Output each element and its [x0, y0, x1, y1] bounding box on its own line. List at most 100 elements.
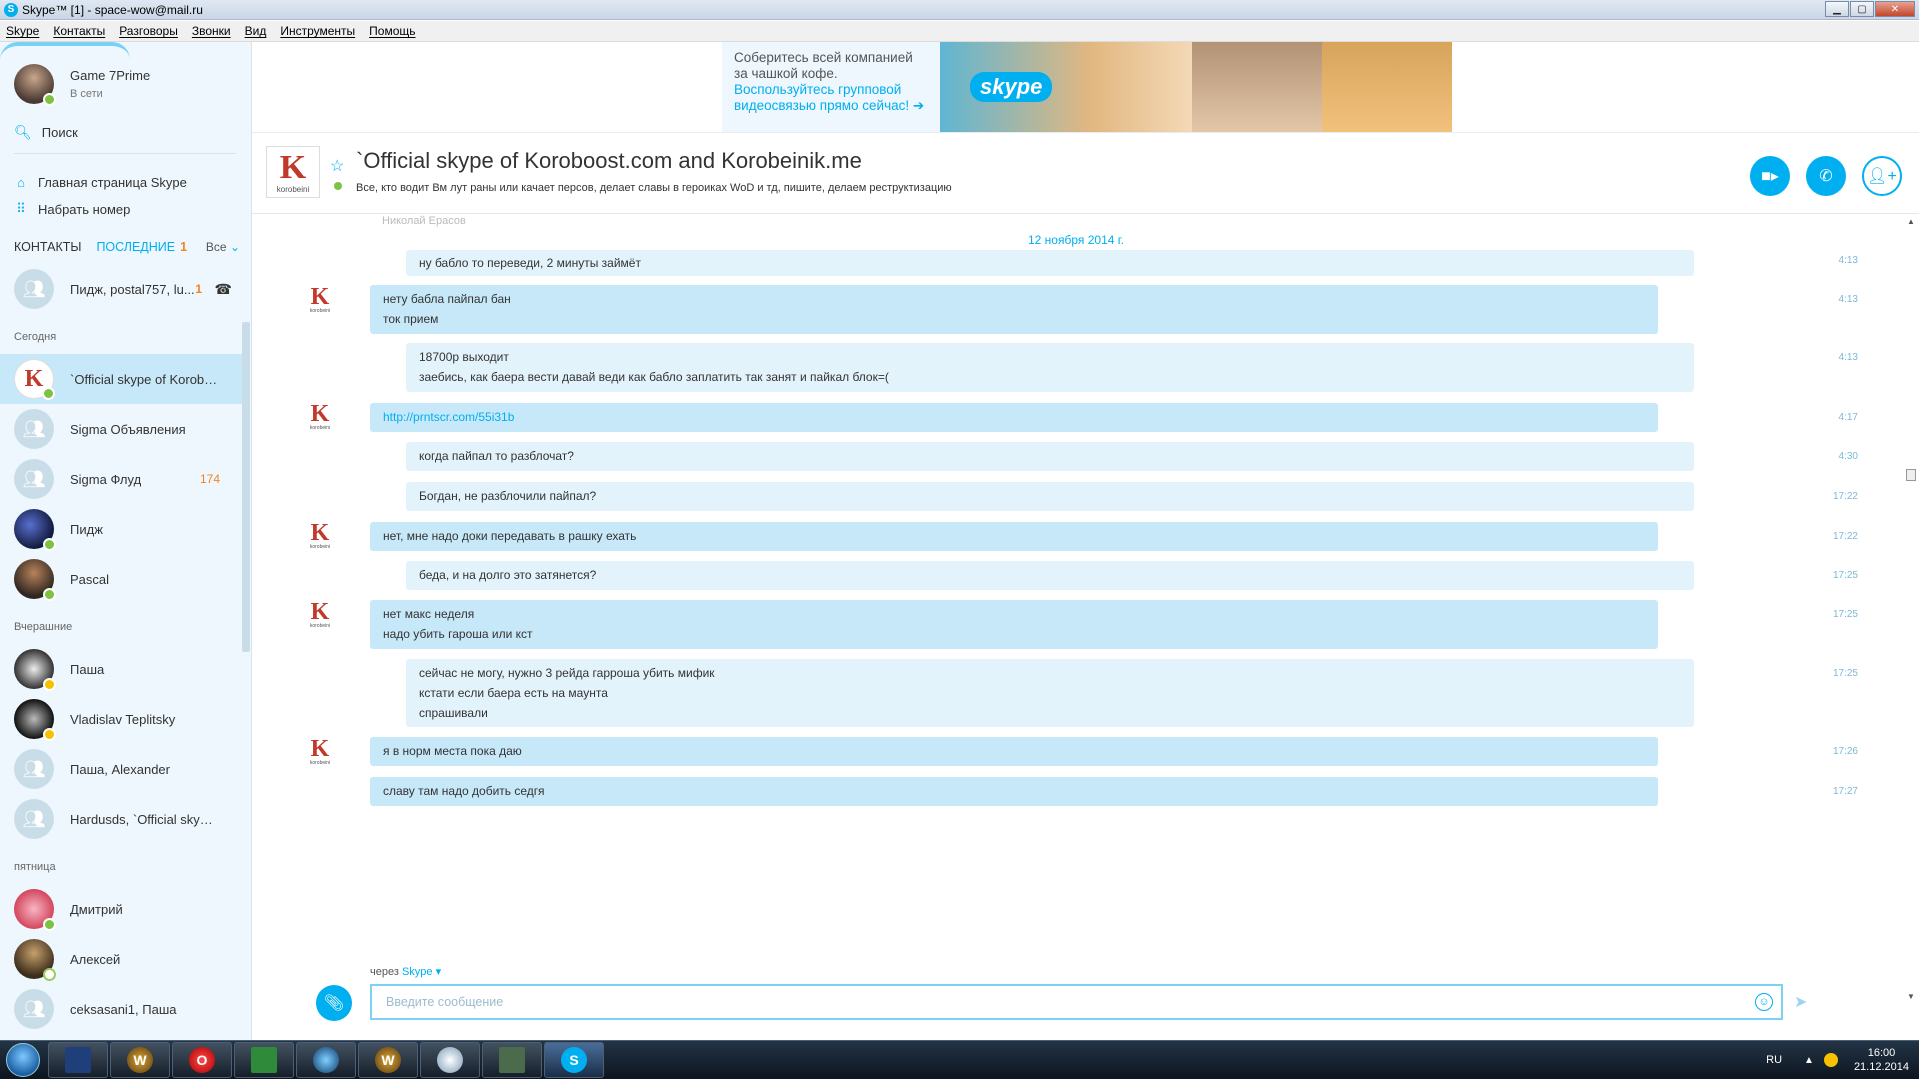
window-title: Skype™ [1] - space-wow@mail.ru	[22, 2, 203, 17]
message-input[interactable]	[386, 995, 1746, 1009]
active-call-icon[interactable]: ☎︎	[215, 281, 232, 298]
contact-item[interactable]: Дмитрий	[0, 884, 242, 934]
ad-link[interactable]: Воспользуйтесь групповой видеосвязью пря…	[734, 82, 928, 114]
message-link[interactable]: http://prntscr.com/55i31b	[383, 410, 514, 424]
emoticon-icon[interactable]: ☺	[1755, 993, 1773, 1011]
voice-call-button[interactable]: ✆	[1806, 156, 1846, 196]
message-bubble[interactable]: ну бабло то переведи, 2 минуты займёт	[406, 250, 1694, 276]
menu-skype[interactable]: Skype	[6, 24, 39, 38]
contact-item[interactable]: Pascal	[0, 554, 242, 604]
skype-tray-icon[interactable]	[1823, 1053, 1838, 1067]
menu-tools[interactable]: Инструменты	[280, 24, 355, 38]
taskbar-app[interactable]	[420, 1042, 480, 1078]
away-status-icon	[43, 728, 56, 741]
dial-number-link[interactable]: ⠿ Набрать номер	[14, 201, 130, 217]
scroll-up-icon[interactable]: ▲	[1907, 217, 1915, 226]
offline-status-icon	[43, 968, 56, 981]
message-bubble[interactable]: нет, мне надо доки передавать в рашку ех…	[370, 522, 1658, 551]
profile-status[interactable]: В сети	[70, 88, 150, 100]
contact-item[interactable]: Пидж	[0, 504, 242, 554]
message-bubble[interactable]: сейчас не могу, нужно 3 рейда гарроша уб…	[406, 659, 1694, 727]
sender-avatar[interactable]: Kkorobeini	[304, 284, 336, 316]
favorite-star-icon[interactable]: ☆	[330, 156, 344, 176]
skype-home-link[interactable]: ⌂ Главная страница Skype	[14, 175, 187, 190]
online-status-icon	[42, 387, 55, 400]
sender-avatar[interactable]: Kkorobeini	[304, 401, 336, 433]
contact-item[interactable]: 👥︎ Sigma Флуд 174	[0, 454, 242, 504]
conversation-title[interactable]: `Official skype of Koroboost.com and Kor…	[356, 148, 862, 174]
sender-avatar[interactable]: Kkorobeini	[304, 520, 336, 552]
profile[interactable]: Game 7Prime В сети	[14, 64, 151, 106]
message-bubble[interactable]: http://prntscr.com/55i31b	[370, 403, 1658, 432]
scroll-thumb[interactable]	[1906, 469, 1916, 481]
avatar-caption: korobeini	[309, 425, 331, 431]
message-bubble[interactable]: беда, и на долго это затянется?	[406, 561, 1694, 590]
contact-item[interactable]: 👥︎ Пидж, postal757, lu... 1 ☎︎	[0, 264, 242, 314]
advertisement-banner[interactable]: Соберитесь всей компанией за чашкой кофе…	[722, 42, 1452, 132]
taskbar-app[interactable]	[234, 1042, 294, 1078]
contact-item[interactable]: Паша	[0, 644, 242, 694]
taskbar-app[interactable]: O	[172, 1042, 232, 1078]
message-bubble[interactable]: я в норм места пока даю	[370, 737, 1658, 766]
taskbar-app-skype[interactable]: S	[544, 1042, 604, 1078]
search-field[interactable]: 🔍︎ Поиск	[14, 124, 78, 141]
online-status-icon	[332, 180, 344, 192]
message-bubble[interactable]: славу там надо добить седгя	[370, 777, 1658, 806]
profile-avatar[interactable]	[14, 64, 56, 106]
date-separator: 12 ноября 2014 г.	[1028, 233, 1124, 247]
tab-recent[interactable]: ПОСЛЕДНИЕ 1	[96, 240, 187, 254]
sender-avatar[interactable]: Kkorobeini	[304, 599, 336, 631]
tab-recent-label: ПОСЛЕДНИЕ	[96, 240, 176, 254]
conversation-avatar[interactable]: K korobeini	[266, 146, 320, 198]
contact-item[interactable]: 👥︎ Паша, Alexander	[0, 744, 242, 794]
maximize-button[interactable]: ▢	[1850, 1, 1874, 17]
taskbar-app[interactable]: W	[110, 1042, 170, 1078]
via-label: через	[370, 966, 399, 978]
contact-avatar: K	[14, 359, 55, 400]
clock[interactable]: 16:00 21.12.2014	[1854, 1046, 1909, 1074]
message-bubble[interactable]: Богдан, не разблочили пайпал?	[406, 482, 1694, 511]
avatar-caption: korobeini	[309, 623, 331, 629]
taskbar-app[interactable]	[482, 1042, 542, 1078]
message-bubble[interactable]: когда пайпал то разблочат?	[406, 442, 1694, 471]
send-via-selector[interactable]: через Skype ▾	[370, 965, 441, 978]
contact-item[interactable]: 👥︎ Hardusds, `Official skype...	[0, 794, 242, 844]
message-input-box[interactable]: ☺	[370, 984, 1783, 1020]
windows-taskbar: W O W S RU ▲ 16:00 21.12.2014	[0, 1040, 1919, 1079]
message-text: заебись, как баера вести давай веди как …	[419, 370, 889, 384]
close-button[interactable]: ✕	[1875, 1, 1915, 17]
start-button[interactable]	[0, 1041, 46, 1079]
message-bubble[interactable]: 18700р выходит заебись, как баера вести …	[406, 343, 1694, 392]
message-bubble[interactable]: нет макс неделя надо убить гароша или кс…	[370, 600, 1658, 649]
taskbar-app[interactable]: W	[358, 1042, 418, 1078]
contact-item[interactable]: K `Official skype of Korobo...	[0, 354, 242, 404]
contact-item[interactable]: 👥︎ ceksasani1, Паша	[0, 984, 242, 1034]
menu-contacts[interactable]: Контакты	[53, 24, 105, 38]
filter-dropdown[interactable]: Все ⌄	[206, 240, 240, 254]
message-scrollbar[interactable]: ▲ ▼	[1905, 215, 1917, 1005]
menu-calls[interactable]: Звонки	[192, 24, 231, 38]
sender-avatar[interactable]: Kkorobeini	[304, 736, 336, 768]
contact-item[interactable]: Vladislav Teplitsky	[0, 694, 242, 744]
video-call-button[interactable]: ■▸	[1750, 156, 1790, 196]
menu-help[interactable]: Помощь	[369, 24, 415, 38]
contact-item[interactable]: 👥︎ Sigma Объявления	[0, 404, 242, 454]
scroll-down-icon[interactable]: ▼	[1907, 992, 1915, 1001]
menu-view[interactable]: Вид	[245, 24, 267, 38]
send-icon[interactable]: ➤	[1794, 992, 1807, 1012]
message-bubble[interactable]: нету бабла пайпал бан ток прием	[370, 285, 1658, 334]
contact-item[interactable]: Алексей	[0, 934, 242, 984]
language-indicator[interactable]: RU	[1766, 1054, 1782, 1066]
taskbar-app[interactable]	[48, 1042, 108, 1078]
profile-name: Game 7Prime	[70, 68, 151, 83]
tab-contacts[interactable]: КОНТАКТЫ	[14, 240, 81, 254]
via-service[interactable]: Skype	[402, 966, 433, 978]
add-people-button[interactable]: 👤︎+	[1862, 156, 1902, 196]
show-hidden-icons-icon[interactable]: ▲	[1804, 1055, 1814, 1066]
message-text: я в норм места пока даю	[383, 744, 522, 758]
sidebar-scrollbar[interactable]	[242, 322, 250, 652]
menu-conversations[interactable]: Разговоры	[119, 24, 178, 38]
minimize-button[interactable]: ▁	[1825, 1, 1849, 17]
taskbar-app[interactable]	[296, 1042, 356, 1078]
attach-button[interactable]: 📎︎	[316, 985, 352, 1021]
